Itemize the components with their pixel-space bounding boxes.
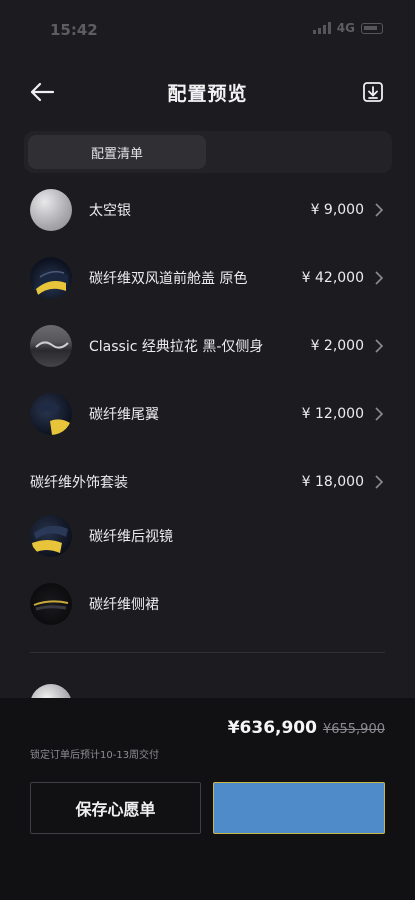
list-item[interactable]: 太空银 ¥ 9,000 — [0, 176, 415, 244]
package-sub-item: 碳纤维后视镜 — [0, 502, 415, 570]
status-indicators: 4G — [312, 21, 383, 35]
item-label: Classic 经典拉花 黑-仅侧身 — [89, 339, 264, 355]
page-title: 配置预览 — [167, 82, 248, 105]
sub-item-label: 碳纤维侧裙 — [89, 597, 159, 613]
chevron-right-icon — [375, 407, 384, 421]
wing-image-icon — [38, 402, 70, 435]
battery-icon — [361, 22, 383, 34]
side-skirt-image-icon — [33, 600, 69, 611]
list-item[interactable]: Classic 经典拉花 黑-仅侧身 ¥ 2,000 — [0, 312, 415, 380]
download-icon — [363, 82, 383, 102]
package-price: ¥ 18,000 — [301, 474, 364, 490]
side-skirt-thumbnail — [30, 583, 72, 625]
decal-thumbnail — [30, 325, 72, 367]
item-price: ¥ 2,000 — [310, 338, 364, 354]
package-label: 碳纤维外饰套装 — [30, 475, 128, 491]
signal-icon — [312, 22, 331, 34]
wing-thumbnail — [30, 393, 72, 435]
download-button[interactable] — [361, 80, 385, 104]
list-item[interactable]: 碳纤维尾翼 ¥ 12,000 — [0, 380, 415, 448]
sub-item-label: 碳纤维后视镜 — [89, 529, 173, 545]
item-price: ¥ 12,000 — [301, 406, 364, 422]
list-divider — [30, 652, 385, 653]
item-price: ¥ 9,000 — [310, 202, 364, 218]
total-price: ¥636,900 — [227, 718, 317, 738]
status-time: 15:42 — [50, 21, 98, 39]
save-wishlist-button[interactable]: 保存心愿单 — [30, 782, 201, 834]
hood-thumbnail — [30, 257, 72, 299]
item-label: 碳纤维尾翼 — [89, 407, 159, 423]
bottom-bar: ¥636,900 ¥655,900 锁定订单后预计10-13周交付 保存心愿单 — [0, 698, 415, 900]
tab-bar: 配置清单 — [24, 131, 392, 173]
arrow-left-icon — [30, 82, 55, 102]
chevron-right-icon — [375, 339, 384, 353]
original-price: ¥655,900 — [322, 722, 385, 737]
tab-config-list[interactable]: 配置清单 — [28, 135, 206, 169]
mirror-image-icon — [32, 525, 68, 553]
price-summary: ¥636,900 ¥655,900 — [228, 718, 385, 738]
chevron-right-icon — [375, 475, 384, 489]
package-sub-item: 碳纤维侧裙 — [0, 570, 415, 638]
list-item[interactable]: 碳纤维双风道前舱盖 原色 ¥ 42,000 — [0, 244, 415, 312]
mirror-thumbnail — [30, 515, 72, 557]
chevron-right-icon — [375, 203, 384, 217]
item-price: ¥ 42,000 — [301, 270, 364, 286]
chevron-right-icon — [375, 271, 384, 285]
hood-image-icon — [34, 270, 68, 295]
top-nav: 配置预览 — [0, 68, 415, 116]
decal-image-icon — [35, 341, 69, 349]
network-type: 4G — [336, 21, 355, 35]
silver-swatch — [30, 189, 72, 231]
back-button[interactable] — [28, 78, 56, 106]
status-bar: 15:42 4G — [0, 0, 415, 58]
delivery-note: 锁定订单后预计10-13周交付 — [30, 750, 160, 761]
item-label: 太空银 — [89, 203, 131, 219]
primary-action-button[interactable] — [213, 782, 385, 834]
item-label: 碳纤维双风道前舱盖 原色 — [89, 271, 248, 287]
